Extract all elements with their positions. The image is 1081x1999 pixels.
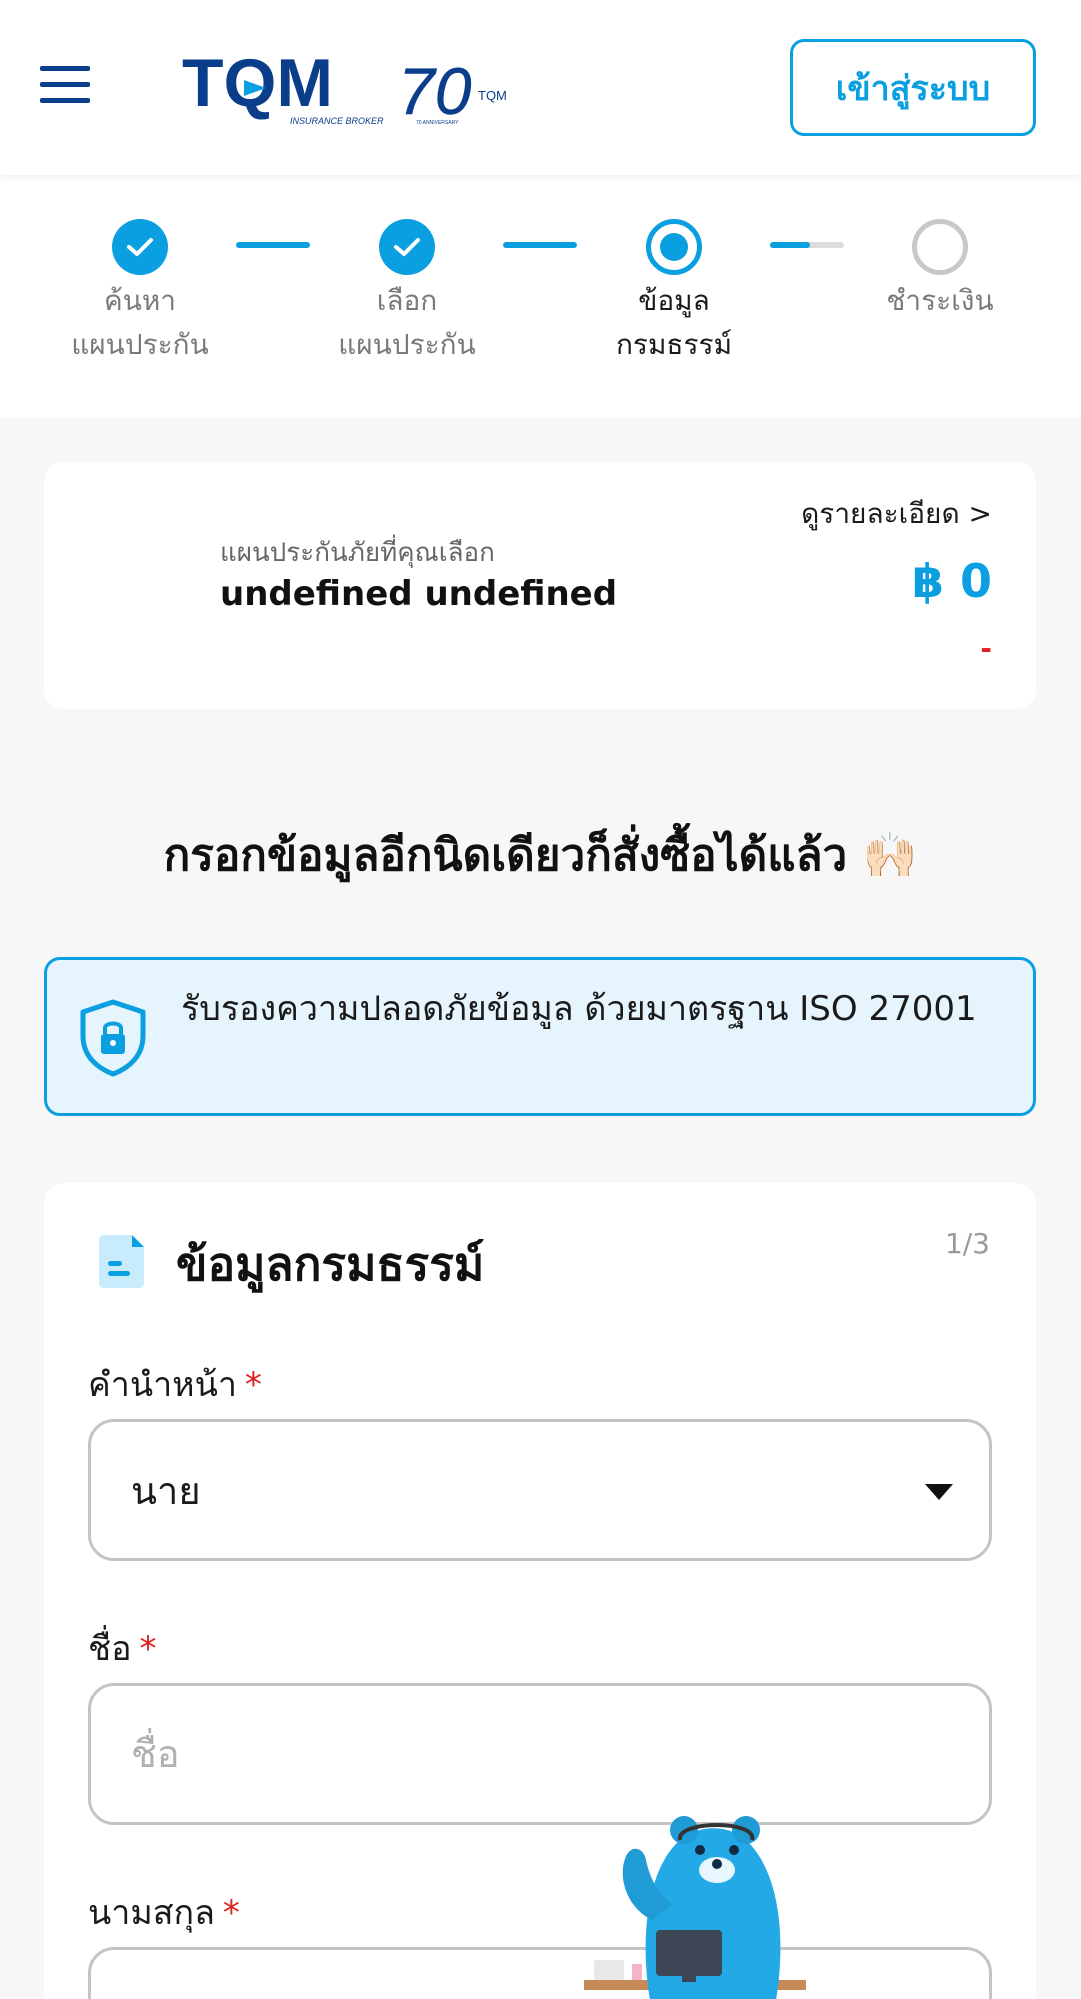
document-icon [94,1231,150,1295]
login-button[interactable]: เข้าสู่ระบบ [790,39,1036,136]
policy-form-card: ข้อมูลกรมธรรม์ 1/3 คำนำหน้า* นาย ชื่อ* น… [44,1183,1036,1999]
brand-logo[interactable]: TQM INSURANCE BROKER 70 TQM 70 ANNIVERSA… [180,45,520,132]
required-mark: * [244,1365,262,1405]
brand-tagline: INSURANCE BROKER [290,116,384,126]
anniversary-number: 70 [398,54,472,128]
first-name-label: ชื่อ * [88,1629,157,1669]
last-name-input[interactable] [88,1947,992,1999]
form-step-indicator: 1/3 [944,1227,990,1260]
selected-plan-card: แผนประกันภัยที่คุณเลือก undefined undefi… [44,462,1036,709]
step-label: ชำระเงิน [886,284,994,317]
step-search-plan: ค้นหา แผนประกัน [40,219,240,367]
plan-price: ฿ 0 [911,554,992,608]
raising-hands-icon: 🙌🏻 [862,830,918,881]
plan-name: undefined undefined [220,574,618,614]
progress-stepper: ค้นหา แผนประกัน เลือก แผนประกัน ข้อมูล ก… [0,175,1081,418]
last-name-label: นามสกุล * [88,1893,240,1933]
security-banner-text: รับรองความปลอดภัยข้อมูล ด้วยมาตรฐาน ISO … [181,989,977,1029]
page: TQM INSURANCE BROKER 70 TQM 70 ANNIVERSA… [0,0,1081,1999]
price-note: - [980,632,992,665]
title-prefix-label: คำนำหน้า * [88,1365,262,1405]
step-connector [236,242,310,248]
title-prefix-value: นาย [131,1468,201,1513]
support-mascot-button[interactable] [580,1800,810,1999]
top-header: TQM INSURANCE BROKER 70 TQM 70 ANNIVERSA… [0,0,1081,175]
check-icon [379,219,435,275]
anniversary-tagline: 70 ANNIVERSARY [416,120,459,126]
step-policy-info: ข้อมูล กรมธรรม์ [574,219,774,367]
first-name-input[interactable] [88,1683,992,1825]
plan-subtitle: แผนประกันภัยที่คุณเลือก [220,538,495,568]
brand-logo-text: TQM [182,48,333,121]
current-step-icon [646,219,702,275]
view-details-link[interactable]: ดูรายละเอียด > [801,492,992,536]
anniversary-brand: TQM [478,88,507,103]
security-banner: รับรองความปลอดภัยข้อมูล ด้วยมาตรฐาน ISO … [44,957,1036,1116]
step-connector [503,242,577,248]
caret-down-icon [925,1484,953,1500]
step-choose-plan: เลือก แผนประกัน [307,219,507,367]
page-headline: กรอกข้อมูลอีกนิดเดียวก็สั่งซื้อได้แล้ว 🙌… [0,820,1081,890]
pending-step-icon [912,219,968,275]
title-prefix-select[interactable]: นาย [88,1419,992,1561]
step-payment: ชำระเงิน [840,219,1040,323]
check-icon [112,219,168,275]
step-label: เลือก แผนประกัน [338,284,476,361]
headline-text: กรอกข้อมูลอีกนิดเดียวก็สั่งซื้อได้แล้ว [163,830,848,881]
required-mark: * [222,1893,240,1933]
required-mark: * [139,1629,157,1669]
step-label: ข้อมูล กรมธรรม์ [615,284,733,361]
step-label: ค้นหา แผนประกัน [71,284,209,361]
step-connector-partial [770,242,844,248]
shield-lock-icon [75,998,151,1082]
form-title: ข้อมูลกรมธรรม์ [176,1237,485,1291]
hamburger-menu-icon[interactable] [40,66,92,106]
